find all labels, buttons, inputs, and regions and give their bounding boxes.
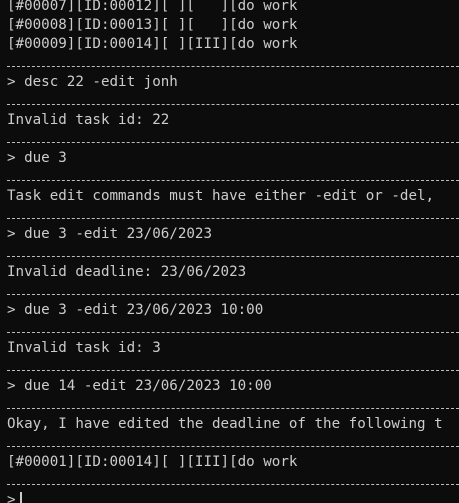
output-line: [#00008][ID:00013][ ][ ][do work bbox=[7, 17, 298, 33]
separator-line bbox=[7, 54, 459, 73]
separator-line bbox=[7, 320, 459, 339]
separator-line bbox=[7, 206, 459, 225]
output-line: Invalid deadline: 23/06/2023 bbox=[7, 264, 247, 280]
separator-line bbox=[7, 434, 459, 453]
separator-line bbox=[7, 396, 459, 415]
command-line: > due 3 -edit 23/06/2023 bbox=[7, 226, 212, 242]
output-line: Okay, I have edited the deadline of the … bbox=[7, 416, 443, 432]
output-line: [#00001][ID:00014][ ][III][do work bbox=[7, 454, 298, 470]
separator-line bbox=[7, 282, 459, 301]
separator-line bbox=[7, 92, 459, 111]
separator-line bbox=[7, 168, 459, 187]
output-line: Invalid task id: 3 bbox=[7, 340, 161, 356]
text-cursor bbox=[19, 492, 22, 503]
output-line: Invalid task id: 22 bbox=[7, 112, 170, 128]
command-line: > due 3 bbox=[7, 150, 67, 166]
command-line: > due 3 -edit 23/06/2023 10:00 bbox=[7, 302, 264, 318]
separator-line bbox=[7, 130, 459, 149]
output-line: [#00007][ID:00012][ ][ ][do work bbox=[7, 0, 298, 14]
prompt-symbol: > bbox=[7, 492, 16, 503]
command-line: > desc 22 -edit jonh bbox=[7, 74, 178, 90]
separator-line bbox=[7, 358, 459, 377]
separator-line bbox=[7, 244, 459, 263]
command-prompt[interactable]: > bbox=[7, 491, 459, 503]
output-line: [#00009][ID:00014][ ][III][do work bbox=[7, 36, 298, 52]
output-line: Task edit commands must have either -edi… bbox=[7, 188, 435, 204]
terminal-window[interactable]: [#00007][ID:00012][ ][ ][do work [#00008]… bbox=[0, 0, 459, 503]
separator-line bbox=[7, 472, 459, 491]
command-line: > due 14 -edit 23/06/2023 10:00 bbox=[7, 378, 272, 394]
terminal-output: [#00007][ID:00012][ ][ ][do work [#00008]… bbox=[7, 0, 459, 503]
